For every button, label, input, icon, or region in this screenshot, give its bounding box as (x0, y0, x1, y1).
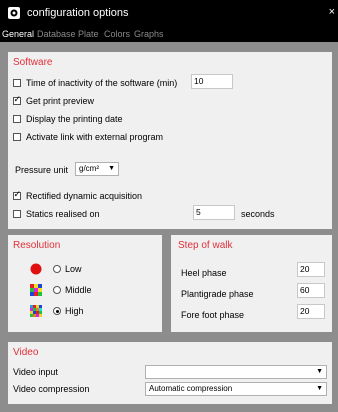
statics-unit: seconds (241, 209, 275, 219)
inactivity-label: Time of inactivity of the software (min) (26, 78, 178, 88)
tab-content: Software Time of inactivity of the softw… (0, 42, 338, 412)
print-preview-label: Get print preview (26, 96, 95, 106)
chevron-down-icon: ▼ (108, 165, 115, 172)
statics-input[interactable]: 5 (193, 205, 235, 220)
resolution-middle-radio[interactable] (53, 286, 61, 294)
inactivity-input[interactable]: 10 (191, 74, 233, 89)
video-compression-value: Automatic compression (149, 384, 233, 393)
resolution-high-radio[interactable] (53, 307, 61, 315)
resolution-panel: Resolution Low Middle High (8, 235, 162, 332)
rectified-label: Rectified dynamic acquisition (26, 191, 143, 201)
plantigrade-phase-input[interactable]: 60 (297, 283, 325, 298)
tab-plate[interactable]: Plate (78, 29, 99, 39)
resolution-title: Resolution (13, 240, 61, 251)
color-grid-icon (30, 284, 42, 296)
video-input-label: Video input (13, 367, 58, 377)
close-icon[interactable]: × (329, 6, 335, 18)
step-title: Step of walk (178, 240, 233, 251)
display-date-checkbox[interactable] (13, 115, 21, 123)
fine-color-grid-icon (30, 305, 42, 317)
pressure-unit-label: Pressure unit (15, 165, 69, 175)
video-panel: Video Video input ▼ Video compression Au… (8, 342, 332, 404)
step-of-walk-panel: Step of walk Heel phase 20 Plantigrade p… (171, 235, 332, 332)
tab-general[interactable]: General (2, 29, 34, 39)
activate-link-label: Activate link with external program (26, 132, 164, 142)
red-dot-icon (30, 263, 42, 275)
heel-phase-label: Heel phase (181, 268, 227, 278)
title-bar: configuration options × (0, 0, 338, 26)
window-title: configuration options (27, 7, 129, 19)
pressure-unit-value: g/cm² (79, 164, 99, 173)
statics-label: Statics realised on (26, 209, 100, 219)
tab-graphs[interactable]: Graphs (134, 29, 164, 39)
display-date-label: Display the printing date (26, 114, 123, 124)
fore-foot-phase-input[interactable]: 20 (297, 304, 325, 319)
video-compression-label: Video compression (13, 384, 90, 394)
chevron-down-icon: ▼ (316, 385, 323, 392)
rectified-checkbox[interactable] (13, 189, 21, 200)
tab-bar: General Database Plate Colors Graphs (0, 26, 338, 42)
activate-link-checkbox[interactable] (13, 133, 21, 141)
app-logo-icon (8, 7, 20, 19)
statics-checkbox[interactable] (13, 210, 21, 218)
pressure-unit-select[interactable]: g/cm² ▼ (75, 162, 119, 176)
video-title: Video (13, 347, 39, 358)
resolution-middle-label: Middle (65, 285, 92, 295)
software-title: Software (13, 57, 53, 68)
resolution-high-label: High (65, 306, 84, 316)
video-input-select[interactable]: ▼ (145, 365, 327, 379)
inactivity-checkbox[interactable] (13, 79, 21, 87)
heel-phase-input[interactable]: 20 (297, 262, 325, 277)
fore-foot-phase-label: Fore foot phase (181, 310, 245, 320)
tab-database[interactable]: Database (37, 29, 76, 39)
print-preview-checkbox[interactable] (13, 94, 21, 105)
resolution-low-label: Low (65, 264, 82, 274)
video-compression-select[interactable]: Automatic compression ▼ (145, 382, 327, 396)
tab-colors[interactable]: Colors (104, 29, 130, 39)
chevron-down-icon: ▼ (316, 368, 323, 375)
plantigrade-phase-label: Plantigrade phase (181, 289, 254, 299)
resolution-low-radio[interactable] (53, 265, 61, 273)
software-panel: Software Time of inactivity of the softw… (8, 52, 332, 229)
